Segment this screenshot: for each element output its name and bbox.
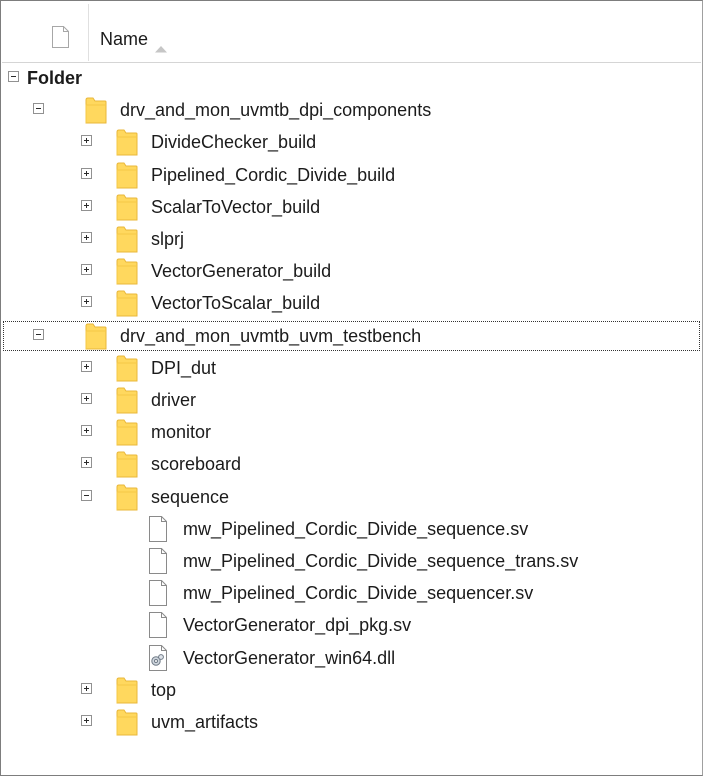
tree-item-label: Folder — [27, 68, 83, 88]
folder-icon — [116, 354, 138, 382]
expand-toggle-icon[interactable] — [81, 200, 92, 211]
name-column-label: Name — [100, 29, 149, 49]
tree-item-label: monitor — [151, 422, 212, 442]
expand-toggle-icon[interactable] — [81, 393, 92, 404]
file-icon — [147, 611, 169, 639]
folder-icon — [116, 708, 138, 736]
column-divider[interactable] — [88, 4, 89, 61]
tree-folder-row[interactable]: monitor — [3, 417, 700, 447]
folder-icon — [116, 676, 138, 704]
folder-icon — [116, 225, 138, 253]
tree-file-row[interactable]: mw_Pipelined_Cordic_Divide_sequence_tran… — [3, 546, 700, 576]
file-icon — [147, 579, 169, 607]
tree-folder-row[interactable]: sequence — [3, 482, 700, 512]
expand-toggle-icon[interactable] — [81, 425, 92, 436]
collapse-toggle-icon[interactable] — [33, 103, 44, 114]
tree-folder-row[interactable]: drv_and_mon_uvmtb_dpi_components — [3, 95, 700, 125]
tree-group-row[interactable]: Folder — [3, 63, 700, 93]
collapse-toggle-icon[interactable] — [33, 329, 44, 340]
tree-folder-row[interactable]: Pipelined_Cordic_Divide_build — [3, 160, 700, 190]
file-icon — [147, 515, 169, 543]
expand-toggle-icon[interactable] — [81, 715, 92, 726]
folder-icon — [116, 257, 138, 285]
tree-item-label: Pipelined_Cordic_Divide_build — [151, 165, 396, 185]
tree-folder-row[interactable]: slprj — [3, 224, 700, 254]
tree-folder-row[interactable]: uvm_artifacts — [3, 707, 700, 737]
tree-item-label: mw_Pipelined_Cordic_Divide_sequence_tran… — [183, 551, 579, 571]
tree-folder-row[interactable]: VectorToScalar_build — [3, 288, 700, 318]
tree-folder-row[interactable]: DPI_dut — [3, 353, 700, 383]
expand-toggle-icon[interactable] — [81, 168, 92, 179]
tree-file-row[interactable]: mw_Pipelined_Cordic_Divide_sequence.sv — [3, 514, 700, 544]
expand-toggle-icon[interactable] — [81, 361, 92, 372]
tree-item-label: uvm_artifacts — [151, 712, 259, 732]
folder-icon — [85, 322, 107, 350]
tree-item-label: VectorGenerator_build — [151, 261, 332, 281]
folder-icon — [116, 193, 138, 221]
folder-icon — [85, 96, 107, 124]
tree-item-label: VectorToScalar_build — [151, 293, 321, 313]
tree-folder-row[interactable]: driver — [3, 385, 700, 415]
tree-item-label: VectorGenerator_dpi_pkg.sv — [183, 615, 412, 635]
collapse-toggle-icon[interactable] — [81, 490, 92, 501]
expand-toggle-icon[interactable] — [81, 296, 92, 307]
collapse-toggle-icon[interactable] — [8, 71, 19, 82]
tree-item-label: ScalarToVector_build — [151, 197, 321, 217]
tree-file-row[interactable]: VectorGenerator_win64.dll — [3, 643, 700, 673]
tree-item-label: top — [151, 680, 177, 700]
name-column-header[interactable]: Name — [100, 27, 168, 53]
tree-item-label: DivideChecker_build — [151, 132, 317, 152]
expand-toggle-icon[interactable] — [81, 683, 92, 694]
dll-file-icon — [147, 644, 169, 672]
tree-item-label: drv_and_mon_uvmtb_dpi_components — [120, 100, 432, 120]
file-icon — [147, 547, 169, 575]
folder-icon — [116, 161, 138, 189]
folder-icon — [116, 450, 138, 478]
tree-folder-row[interactable]: drv_and_mon_uvmtb_uvm_testbench — [3, 321, 700, 351]
tree-folder-row[interactable]: VectorGenerator_build — [3, 256, 700, 286]
tree-item-label: scoreboard — [151, 454, 242, 474]
folder-icon — [116, 289, 138, 317]
tree-file-row[interactable]: VectorGenerator_dpi_pkg.sv — [3, 610, 700, 640]
tree-folder-row[interactable]: top — [3, 675, 700, 705]
folder-icon — [116, 418, 138, 446]
column-header: Name — [2, 2, 701, 63]
folder-icon — [116, 386, 138, 414]
tree-item-label: drv_and_mon_uvmtb_uvm_testbench — [120, 326, 422, 346]
tree-item-label: VectorGenerator_win64.dll — [183, 648, 396, 668]
tree-folder-row[interactable]: ScalarToVector_build — [3, 192, 700, 222]
tree-item-label: mw_Pipelined_Cordic_Divide_sequencer.sv — [183, 583, 534, 603]
tree-item-label: driver — [151, 390, 197, 410]
tree-item-label: sequence — [151, 487, 230, 507]
tree-folder-row[interactable]: scoreboard — [3, 449, 700, 479]
file-tree-panel: Name Folder drv_and_mon_uvmtb_dpi_compone… — [0, 0, 703, 776]
expand-toggle-icon[interactable] — [81, 264, 92, 275]
tree-item-label: DPI_dut — [151, 358, 217, 378]
expand-toggle-icon[interactable] — [81, 457, 92, 468]
tree-folder-row[interactable]: DivideChecker_build — [3, 127, 700, 157]
blank-page-icon[interactable] — [52, 26, 69, 48]
expand-toggle-icon[interactable] — [81, 232, 92, 243]
expand-toggle-icon[interactable] — [81, 135, 92, 146]
tree-item-label: slprj — [151, 229, 185, 249]
folder-icon — [116, 128, 138, 156]
tree-file-row[interactable]: mw_Pipelined_Cordic_Divide_sequencer.sv — [3, 578, 700, 608]
folder-icon — [116, 483, 138, 511]
sort-ascending-icon — [154, 35, 168, 53]
tree-item-label: mw_Pipelined_Cordic_Divide_sequence.sv — [183, 519, 529, 539]
